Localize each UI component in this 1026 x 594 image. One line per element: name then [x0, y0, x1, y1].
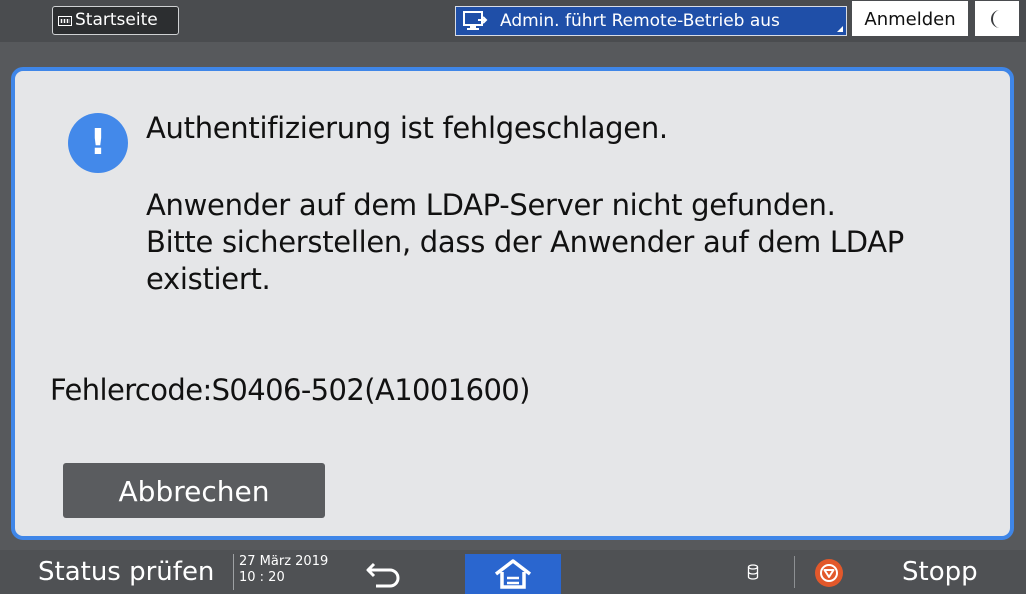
remote-status-text: Admin. führt Remote-Betrieb aus: [500, 11, 780, 31]
stop-icon[interactable]: [814, 558, 844, 588]
date-text: 27 März 2019: [239, 554, 329, 569]
home-icon: [494, 559, 532, 589]
status-pruefen-button[interactable]: Status prüfen: [38, 554, 214, 590]
home-button[interactable]: [465, 554, 561, 594]
error-code: Fehlercode:S0406-502(A1001600): [50, 373, 530, 407]
dialog-title: Authentifizierung ist fehlgeschlagen.: [146, 111, 668, 145]
stopp-button[interactable]: Stopp: [902, 554, 978, 590]
grid-icon: [58, 15, 72, 26]
abbrechen-button[interactable]: Abbrechen: [63, 463, 325, 518]
date-time-display: 27 März 2019 10 : 20: [233, 554, 328, 590]
exclamation-icon: !: [68, 113, 128, 173]
divider: [794, 556, 795, 588]
anmelden-button[interactable]: Anmelden: [852, 1, 968, 36]
startseite-label: Startseite: [75, 10, 158, 30]
time-text: 10 : 20: [239, 570, 285, 585]
expand-corner-icon: [837, 26, 843, 32]
startseite-button[interactable]: Startseite: [52, 6, 179, 35]
energy-saver-button[interactable]: [975, 1, 1019, 36]
bottom-bar: Status prüfen 27 März 2019 10 : 20 Stopp: [0, 550, 1026, 594]
dialog-message: Anwender auf dem LDAP-Server nicht gefun…: [146, 188, 904, 296]
remote-desktop-icon: [463, 11, 488, 30]
moon-icon: [991, 9, 1000, 28]
data-storage-icon: [747, 564, 759, 580]
remote-status-banner[interactable]: Admin. führt Remote-Betrieb aus: [455, 6, 847, 36]
top-bar: Startseite Admin. führt Remote-Betrieb a…: [0, 0, 1026, 42]
back-arrow-icon[interactable]: [362, 556, 408, 590]
device-screen: Startseite Admin. führt Remote-Betrieb a…: [0, 0, 1026, 594]
error-dialog: ! Authentifizierung ist fehlgeschlagen. …: [11, 67, 1014, 540]
